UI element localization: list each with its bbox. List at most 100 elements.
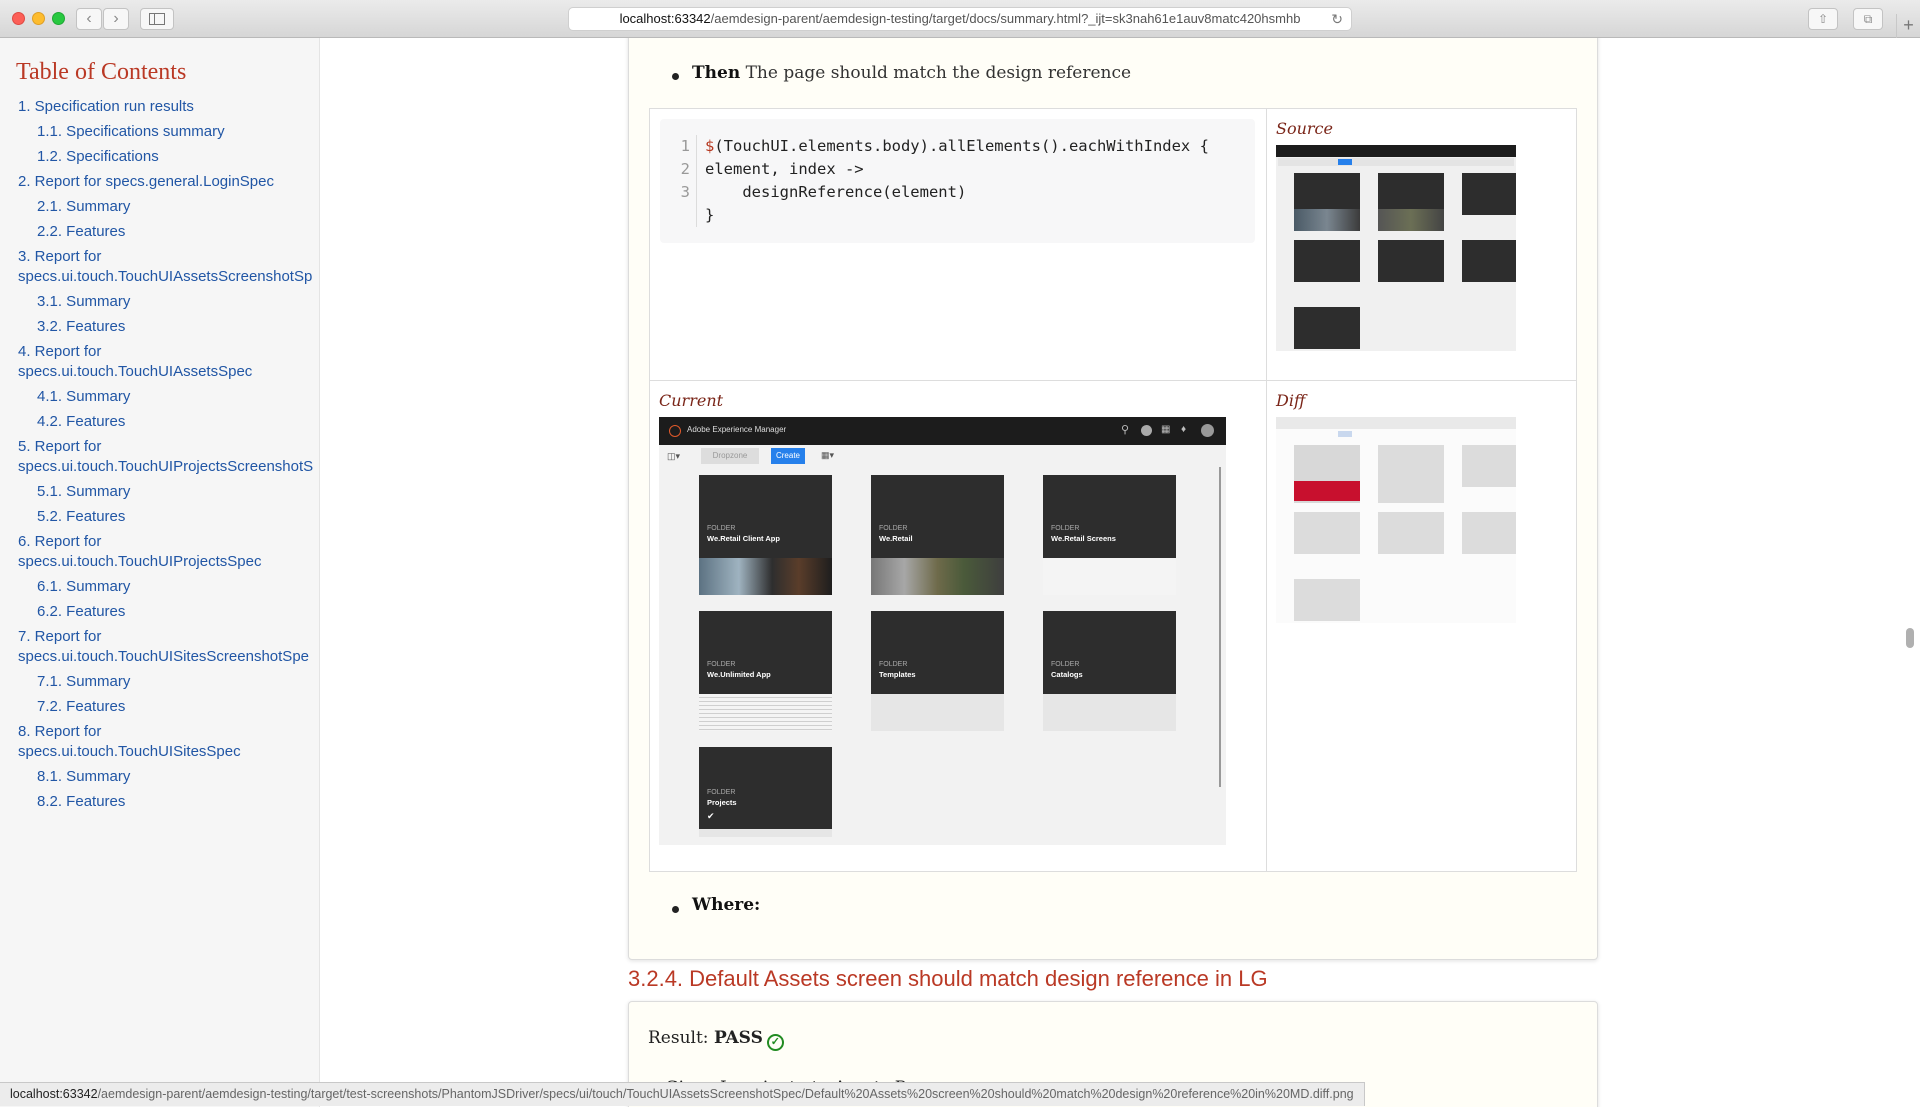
toc-item[interactable]: 7.2. Features (18, 697, 319, 717)
toc-item[interactable]: specs.ui.touch.TouchUISitesScreenshotSpe (18, 647, 319, 667)
result-line: Result: PASS ✓ (648, 1028, 784, 1051)
toc-item[interactable]: 7. Report for (18, 627, 319, 647)
code-text: designReference(element) (705, 183, 967, 201)
line-number: 2 (680, 160, 690, 178)
toc-item[interactable]: 2.1. Summary (18, 197, 319, 217)
code-line: $(TouchUI.elements.body).allElements().e… (705, 135, 1209, 158)
checkmark-icon: ✔ (707, 811, 715, 821)
address-bar[interactable]: localhost:63342/aemdesign-parent/aemdesi… (568, 7, 1352, 31)
code-line: element, index -> (705, 158, 1209, 181)
folder-type-label: FOLDER (879, 525, 908, 532)
toc-item[interactable]: 6. Report for (18, 532, 319, 552)
rail-toggle-icon: ◫▾ (667, 451, 681, 461)
toc-item[interactable]: 8.1. Summary (18, 767, 319, 787)
result-value: PASS (713, 1028, 763, 1048)
window-minimize-button[interactable] (32, 12, 45, 25)
where-label: Where: (672, 895, 760, 915)
toc-item[interactable]: 2. Report for specs.general.LoginSpec (18, 172, 319, 192)
folder-name: Catalogs (1051, 670, 1083, 679)
diff-caption: Diff (1276, 391, 1306, 410)
folder-tile (1462, 445, 1516, 487)
toc-item[interactable]: specs.ui.touch.TouchUIProjectsSpec (18, 552, 319, 572)
toc-item[interactable]: specs.ui.touch.TouchUIAssetsScreenshotSp (18, 267, 319, 287)
search-icon: ⚲ (1121, 424, 1130, 436)
folder-name: Projects (707, 798, 737, 807)
back-button[interactable]: ‹ (76, 8, 102, 30)
dropzone-label: Dropzone (712, 451, 748, 460)
page-scrollbar-thumb[interactable] (1906, 628, 1914, 648)
code-text: element, index -> (705, 160, 864, 178)
toc-item[interactable]: 5.1. Summary (18, 482, 319, 502)
toc-item[interactable]: 4.1. Summary (18, 387, 319, 407)
folder-type-label: FOLDER (707, 661, 736, 668)
toc-item[interactable]: specs.ui.touch.TouchUIProjectsScreenshot… (18, 457, 319, 477)
folder-tile (1294, 512, 1360, 554)
window-maximize-button[interactable] (52, 12, 65, 25)
folder-type-label: FOLDER (879, 661, 908, 668)
folder-tile (1462, 173, 1516, 215)
toc-item[interactable]: 3. Report for (18, 247, 319, 267)
tabs-overview-button[interactable]: ⧉ (1853, 8, 1883, 30)
folder-tile (1294, 240, 1360, 282)
create-button (1338, 159, 1352, 165)
sidebar-toggle-button[interactable] (140, 8, 174, 30)
forward-button[interactable]: › (103, 8, 129, 30)
code-text: (TouchUI.elements.body).allElements().ea… (714, 137, 1209, 155)
folder-tile (1378, 240, 1444, 282)
reload-icon[interactable]: ↻ (1331, 8, 1343, 30)
comparison-table: 1 2 3 $(TouchUI.elements.body).allElements… (649, 108, 1577, 872)
toc-item[interactable]: 4.2. Features (18, 412, 319, 432)
window-close-button[interactable] (12, 12, 25, 25)
toc-item[interactable]: specs.ui.touch.TouchUISitesSpec (18, 742, 319, 762)
toc-item[interactable]: 7.1. Summary (18, 672, 319, 692)
toc-item[interactable]: 5. Report for (18, 437, 319, 457)
create-button (1338, 431, 1352, 437)
diff-screenshot[interactable] (1276, 417, 1516, 623)
toc-item[interactable]: 5.2. Features (18, 507, 319, 527)
folder-tile: FOLDER Catalogs (1043, 611, 1176, 731)
code-lines: $(TouchUI.elements.body).allElements().e… (696, 135, 1209, 227)
toc-item[interactable]: 6.1. Summary (18, 577, 319, 597)
table-divider (650, 380, 1576, 381)
browser-toolbar: ‹ › localhost:63342/aemdesign-parent/aem… (0, 0, 1920, 38)
folder-tile: FOLDER We.Retail Screens (1043, 475, 1176, 595)
sidebar-icon (149, 13, 165, 25)
toc-item[interactable]: 3.2. Features (18, 317, 319, 337)
apps-icon: ▦ (1161, 424, 1171, 435)
toc-item[interactable]: 8.2. Features (18, 792, 319, 812)
code-line: } (705, 204, 1209, 227)
tabs-icon: ⧉ (1863, 12, 1873, 26)
toc-item[interactable]: 4. Report for (18, 342, 319, 362)
new-tab-button[interactable]: + (1896, 14, 1920, 38)
toc-list: 1. Specification run results 1.1. Specifi… (18, 97, 319, 812)
main-content: Then The page should match the design re… (320, 38, 1900, 1107)
folder-tile (1378, 512, 1444, 554)
folder-type-label: FOLDER (707, 525, 736, 532)
folder-tile (1294, 445, 1360, 503)
folder-tile (1378, 445, 1444, 503)
avatar (1201, 424, 1214, 437)
folder-tile (1294, 173, 1360, 231)
table-divider (1266, 109, 1267, 871)
source-screenshot[interactable] (1276, 145, 1516, 351)
folder-tile: FOLDER We.Retail (871, 475, 1004, 595)
toc-item[interactable]: 6.2. Features (18, 602, 319, 622)
toc-item[interactable]: 1.1. Specifications summary (18, 122, 319, 142)
toc-item[interactable]: 1. Specification run results (18, 97, 319, 117)
aem-header-bar: Adobe Experience Manager ⚲ ▦ ♦ (659, 417, 1226, 445)
current-screenshot[interactable]: Adobe Experience Manager ⚲ ▦ ♦ ◫▾ Dropzo… (659, 417, 1226, 845)
toc-item[interactable]: 8. Report for (18, 722, 319, 742)
scrollbar (1219, 467, 1221, 787)
folder-name: We.Unlimited App (707, 670, 771, 679)
toc-item[interactable]: 2.2. Features (18, 222, 319, 242)
line-numbers: 1 2 3 (676, 135, 690, 204)
toc-item[interactable]: specs.ui.touch.TouchUIAssetsSpec (18, 362, 319, 382)
status-host: localhost:63342 (10, 1087, 98, 1101)
aem-logo-icon (669, 425, 681, 437)
toc-item[interactable]: 1.2. Specifications (18, 147, 319, 167)
share-button[interactable]: ⇧ (1808, 8, 1838, 30)
create-button: Create (771, 448, 805, 464)
folder-type-label: FOLDER (707, 789, 736, 796)
result-label: Result: (648, 1028, 714, 1048)
toc-item[interactable]: 3.1. Summary (18, 292, 319, 312)
